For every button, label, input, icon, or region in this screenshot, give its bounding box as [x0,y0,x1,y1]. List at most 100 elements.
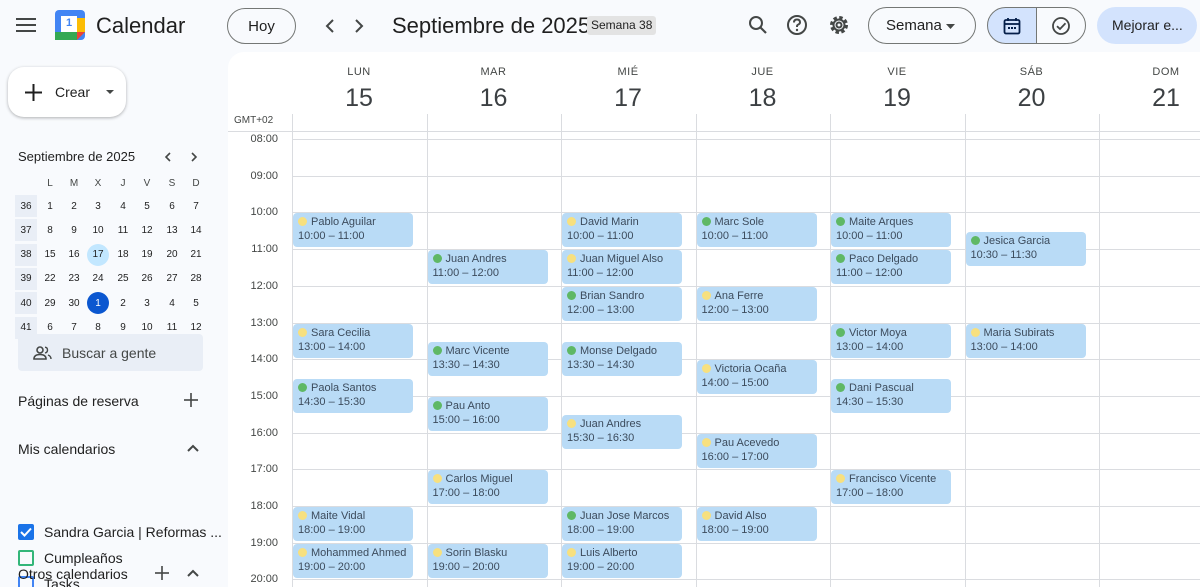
today-button[interactable]: Hoy [227,8,296,44]
event-chip[interactable]: Pablo Aguilar 10:00 – 11:00 [293,213,413,248]
mini-day[interactable]: 13 [161,219,183,241]
mini-day[interactable]: 4 [161,292,183,314]
mini-day[interactable]: 25 [112,268,134,290]
add-booking-page-icon[interactable] [181,390,201,410]
search-people-field[interactable]: Buscar a gente [18,334,203,371]
help-icon[interactable] [781,9,813,41]
day-header[interactable]: MIÉ 17 [561,52,695,113]
event-chip[interactable]: Monse Delgado 13:30 – 14:30 [562,341,682,376]
mini-day[interactable]: 1 [39,195,61,217]
mini-week-number[interactable]: 40 [15,292,37,315]
event-chip[interactable]: Marc Vicente 13:30 – 14:30 [427,341,548,376]
day-number[interactable]: 19 [830,84,964,113]
calendar-view-toggle[interactable] [987,7,1037,44]
event-chip[interactable]: Pau Anto 15:00 – 16:00 [427,396,548,431]
mini-next-month-icon[interactable] [185,148,203,166]
upgrade-button[interactable]: Mejorar e... [1097,7,1197,44]
previous-week-icon[interactable] [316,12,344,40]
event-chip[interactable]: Juan Jose Marcos 18:00 – 19:00 [562,507,682,541]
event-chip[interactable]: Brian Sandro 12:00 – 13:00 [562,286,682,321]
event-chip[interactable]: Marc Sole 10:00 – 11:00 [696,213,817,248]
mini-day[interactable]: 20 [161,244,183,266]
mini-day[interactable]: 10 [87,219,109,241]
event-chip[interactable]: Paola Santos 14:30 – 15:30 [293,378,413,413]
mini-day[interactable]: 7 [185,195,207,217]
event-chip[interactable]: Juan Miguel Also 11:00 – 12:00 [562,250,682,285]
calendar-item[interactable]: Sandra Garcia | Reformas ... [18,522,222,542]
event-chip[interactable]: Carlos Miguel 17:00 – 18:00 [427,470,548,505]
settings-gear-icon[interactable] [823,9,855,41]
mini-day[interactable]: 5 [136,195,158,217]
mini-day[interactable]: 24 [87,268,109,290]
day-number[interactable]: 20 [965,84,1099,113]
day-number[interactable]: 15 [292,84,426,113]
event-chip[interactable]: Jesica Garcia 10:30 – 11:30 [965,231,1086,266]
event-chip[interactable]: Maite Vidal 18:00 – 19:00 [293,507,413,541]
mini-day[interactable]: 26 [136,268,158,290]
mini-day[interactable]: 19 [136,244,158,266]
mini-day[interactable]: 15 [39,244,61,266]
next-week-icon[interactable] [345,12,373,40]
mini-day[interactable]: 30 [63,292,85,314]
mini-day[interactable]: 28 [185,268,207,290]
mini-day[interactable]: 22 [39,268,61,290]
day-number[interactable]: 21 [1099,84,1200,113]
event-chip[interactable]: Ana Ferre 12:00 – 13:00 [696,286,817,321]
event-chip[interactable]: Maria Subirats 13:00 – 14:00 [965,323,1086,358]
mini-day[interactable]: 12 [136,219,158,241]
day-header[interactable]: VIE 19 [830,52,964,113]
day-header[interactable]: DOM 21 [1099,52,1200,113]
mini-day[interactable]: 3 [136,292,158,314]
collapse-my-calendars-icon[interactable] [183,438,203,458]
event-chip[interactable]: Juan Andres 15:30 – 16:30 [562,415,682,450]
event-chip[interactable]: Luis Alberto 19:00 – 20:00 [562,543,682,578]
checkbox-icon[interactable] [18,550,34,566]
mini-day[interactable]: 3 [87,195,109,217]
tasks-view-toggle[interactable] [1036,7,1086,44]
event-chip[interactable]: Paco Delgado 11:00 – 12:00 [831,250,951,285]
event-chip[interactable]: Sara Cecilia 13:00 – 14:00 [293,323,413,358]
day-number[interactable]: 17 [561,84,695,113]
day-header[interactable]: JUE 18 [696,52,830,113]
mini-day[interactable]: 9 [63,219,85,241]
mini-week-number[interactable]: 39 [15,267,37,290]
mini-day[interactable]: 11 [112,219,134,241]
main-menu-icon[interactable] [8,6,44,44]
checkbox-checked-icon[interactable] [18,524,34,540]
day-number[interactable]: 16 [427,84,561,113]
mini-day[interactable]: 8 [39,219,61,241]
mini-day[interactable]: 2 [112,292,134,314]
mini-day[interactable]: 18 [112,244,134,266]
event-chip[interactable]: Sorin Blasku 19:00 – 20:00 [427,543,548,578]
event-chip[interactable]: Juan Andres 11:00 – 12:00 [427,250,548,285]
event-chip[interactable]: Victoria Ocaña 14:00 – 15:00 [696,360,817,395]
event-chip[interactable]: David Also 18:00 – 19:00 [696,507,817,541]
event-chip[interactable]: Dani Pascual 14:30 – 15:30 [831,378,951,413]
mini-day[interactable]: 23 [63,268,85,290]
mini-day[interactable]: 17 [87,243,109,266]
event-chip[interactable]: Mohammed Ahmed 19:00 – 20:00 [293,543,413,578]
day-header[interactable]: MAR 16 [427,52,561,113]
collapse-other-calendars-icon[interactable] [183,563,203,583]
mini-week-number[interactable]: 36 [15,195,37,217]
view-selector[interactable]: Semana [868,7,976,44]
search-icon[interactable] [742,9,774,41]
mini-day[interactable]: 16 [63,244,85,266]
calendar-logo-icon[interactable]: 1 [55,10,85,40]
create-button[interactable]: Crear [8,67,126,117]
mini-prev-month-icon[interactable] [158,148,176,166]
mini-day[interactable]: 5 [185,292,207,314]
mini-day[interactable]: 14 [185,219,207,241]
mini-day[interactable]: 27 [161,268,183,290]
add-other-calendar-icon[interactable] [152,563,172,583]
day-header[interactable]: LUN 15 [292,52,426,113]
mini-week-number[interactable]: 37 [15,219,37,242]
mini-day[interactable]: 1 [87,292,109,315]
mini-day[interactable]: 6 [161,195,183,217]
event-chip[interactable]: Maite Arques 10:00 – 11:00 [831,213,951,248]
event-chip[interactable]: David Marin 10:00 – 11:00 [562,213,682,248]
event-chip[interactable]: Pau Acevedo 16:00 – 17:00 [696,433,817,468]
mini-day[interactable]: 29 [39,292,61,314]
event-chip[interactable]: Victor Moya 13:00 – 14:00 [831,323,951,358]
event-chip[interactable]: Francisco Vicente 17:00 – 18:00 [831,470,951,505]
